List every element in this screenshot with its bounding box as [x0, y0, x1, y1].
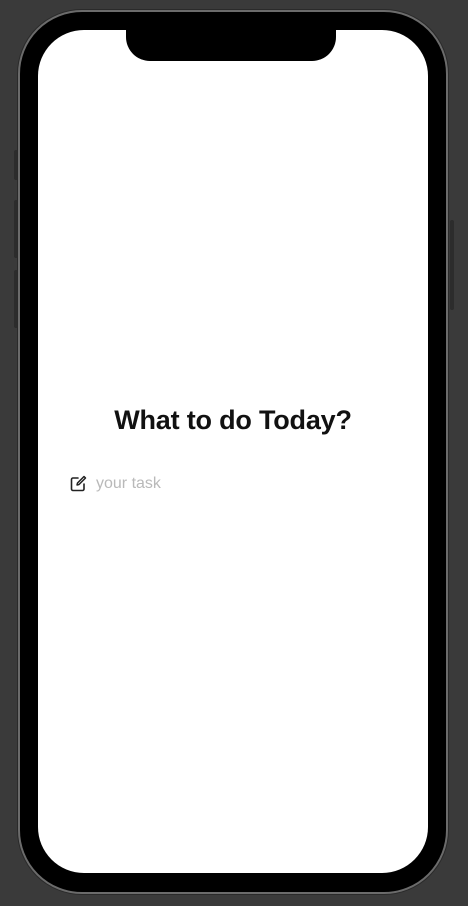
power-button — [450, 220, 454, 310]
task-input-row[interactable] — [69, 473, 399, 495]
app-screen: What to do Today? — [38, 30, 428, 873]
page-title: What to do Today? — [114, 405, 352, 435]
square-and-pencil-icon — [69, 475, 87, 493]
device-notch — [126, 28, 336, 61]
task-input[interactable] — [96, 475, 386, 493]
